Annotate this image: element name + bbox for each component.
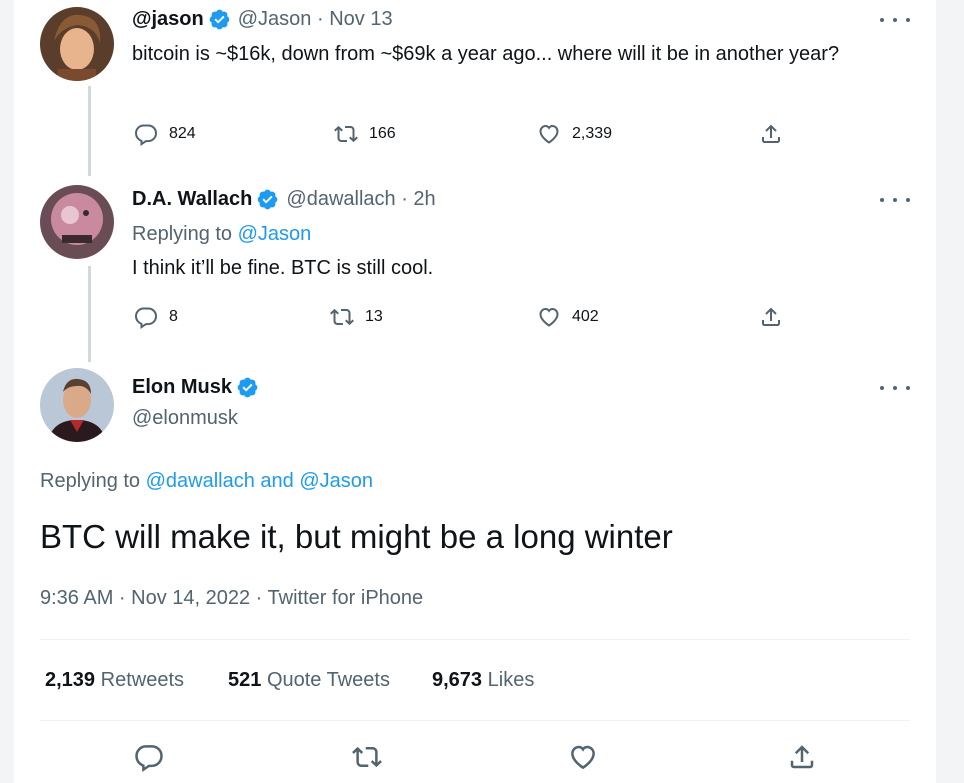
retweets-count: 2,139 [45, 669, 96, 691]
share-icon [762, 124, 780, 143]
reply-icon [134, 307, 158, 329]
more-options-icon[interactable] [880, 378, 910, 398]
retweet-icon[interactable] [352, 742, 382, 772]
quotes-count: 521 [228, 669, 262, 691]
avatar[interactable] [40, 368, 114, 442]
divider [40, 720, 910, 721]
retweets-stat[interactable]: 2,139 Retweets [45, 669, 184, 692]
author-name[interactable]: D.A. Wallach [132, 188, 252, 211]
replying-to-link[interactable]: @dawallach and @Jason [146, 470, 373, 492]
tweet-text: BTC will make it, but might be a long wi… [40, 518, 673, 555]
verified-badge-icon [237, 377, 258, 398]
avatar[interactable] [40, 185, 114, 259]
like-count: 2,339 [572, 125, 613, 142]
share-button[interactable] [759, 305, 794, 329]
author-name[interactable]: Elon Musk [132, 376, 232, 399]
like-button[interactable]: 2,339 [537, 122, 612, 146]
author-name[interactable]: @jason [132, 8, 204, 31]
divider [40, 639, 910, 640]
tweet-timestamp[interactable]: 9:36 AM · Nov 14, 2022 · Twitter for iPh… [40, 587, 423, 610]
share-button[interactable] [759, 122, 794, 146]
replying-to: Replying to @dawallach and @Jason [40, 470, 373, 493]
tweet-header: D.A. Wallach @dawallach · 2h [132, 188, 436, 211]
author-handle[interactable]: @Jason [238, 8, 312, 31]
replying-prefix: Replying to [132, 223, 238, 245]
separator: · [395, 188, 414, 210]
separator: · [311, 8, 330, 30]
avatar[interactable] [40, 7, 114, 81]
reply-icon[interactable] [134, 742, 164, 772]
retweet-icon [334, 125, 358, 143]
reply-icon [134, 124, 158, 146]
tweet-text: I think it’ll be fine. BTC is still cool… [132, 257, 434, 279]
replying-to-link[interactable]: @Jason [238, 223, 312, 245]
thread-line [88, 86, 91, 176]
reply-count: 8 [169, 308, 178, 325]
verified-badge-icon [209, 9, 230, 30]
retweet-icon [330, 308, 354, 326]
more-options-icon[interactable] [880, 10, 910, 30]
reply-button[interactable]: 8 [134, 305, 178, 329]
likes-stat[interactable]: 9,673 Likes [432, 669, 534, 692]
replying-to: Replying to @Jason [132, 223, 311, 246]
tweet-text: bitcoin is ~$16k, down from ~$69k a year… [132, 43, 840, 65]
heart-icon [539, 307, 559, 327]
likes-label: Likes [487, 669, 535, 691]
like-button[interactable]: 402 [537, 305, 599, 329]
verified-badge-icon [258, 189, 278, 210]
tweet-time[interactable]: Nov 13 [329, 8, 392, 31]
likes-count: 9,673 [432, 669, 483, 691]
share-icon [762, 307, 780, 326]
share-icon[interactable] [787, 742, 817, 772]
quotes-label: Quote Tweets [266, 669, 390, 691]
more-options-icon[interactable] [880, 190, 910, 210]
retweet-count: 166 [369, 125, 396, 142]
tweet-time[interactable]: 2h [413, 188, 435, 211]
retweet-count: 13 [365, 308, 383, 325]
tweet-thread: @jason @Jason · Nov 13 bitcoin is ~$16k,… [14, 0, 936, 783]
reply-button[interactable]: 824 [134, 122, 196, 146]
thread-line [88, 266, 91, 362]
author-handle[interactable]: @dawallach [286, 188, 395, 211]
retweets-label: Retweets [100, 669, 184, 691]
retweet-button[interactable]: 166 [334, 122, 396, 146]
reply-count: 824 [169, 125, 196, 142]
quote-tweets-stat[interactable]: 521 Quote Tweets [228, 669, 390, 692]
heart-icon [539, 124, 559, 144]
retweet-button[interactable]: 13 [330, 305, 383, 329]
heart-icon[interactable] [568, 742, 598, 772]
like-count: 402 [572, 308, 599, 325]
tweet-header: @jason @Jason · Nov 13 [132, 8, 393, 31]
author-handle[interactable]: @elonmusk [132, 407, 238, 430]
tweet-header: Elon Musk [132, 376, 266, 399]
replying-prefix: Replying to [40, 470, 146, 492]
